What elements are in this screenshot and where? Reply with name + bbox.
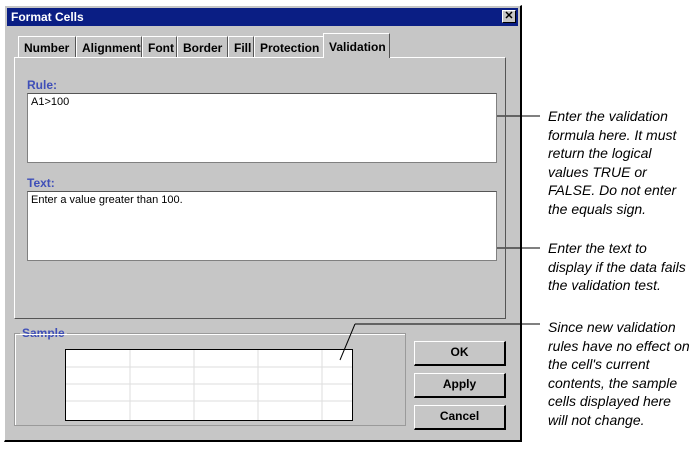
rule-label: Rule: bbox=[27, 78, 57, 92]
text-input[interactable]: Enter a value greater than 100. bbox=[27, 191, 497, 261]
tab-validation[interactable]: Validation bbox=[323, 33, 390, 58]
callout-rule: Enter the validation formula here. It mu… bbox=[548, 108, 677, 217]
tab-label: Validation bbox=[329, 40, 386, 54]
text-label: Text: bbox=[27, 176, 55, 190]
callout-sample: Since new validation rules have no effec… bbox=[548, 319, 690, 428]
callout-text: Enter the text to display if the data fa… bbox=[548, 240, 686, 293]
rule-input[interactable]: A1>100 bbox=[27, 93, 497, 163]
